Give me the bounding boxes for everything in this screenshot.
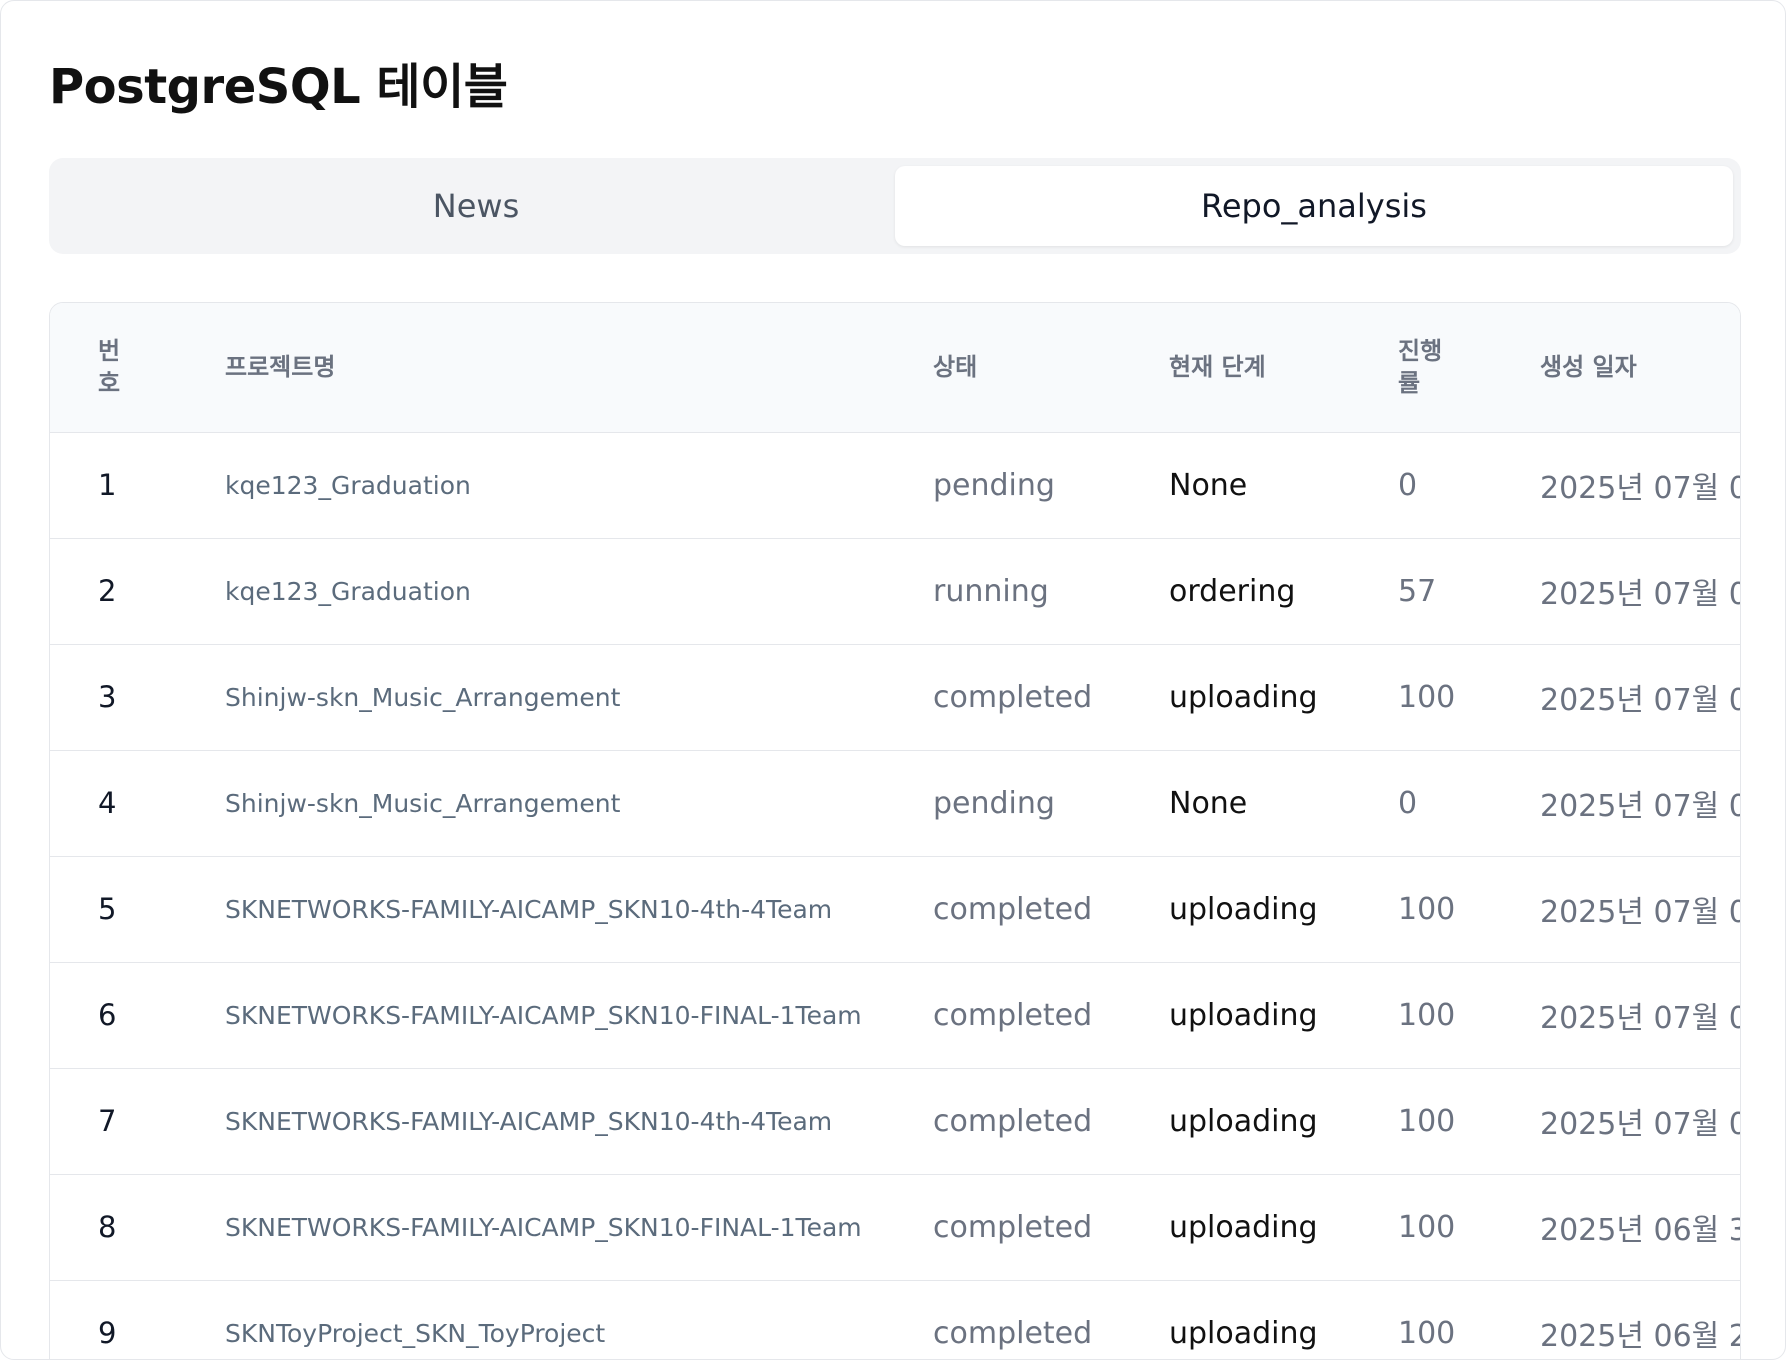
cell-progress: 100 [1398, 1068, 1540, 1175]
cell-status: pending [933, 432, 1169, 539]
cell-project: Shinjw-skn_Music_Arrangement [225, 644, 933, 751]
cell-status: completed [933, 962, 1169, 1069]
cell-created: 2025년 06월 30 [1540, 1174, 1740, 1281]
cell-stage: None [1169, 750, 1398, 857]
column-header-project[interactable]: 프로젝트명 [225, 303, 933, 433]
cell-stage: uploading [1169, 962, 1398, 1069]
cell-status: pending [933, 750, 1169, 857]
table-row[interactable]: 1 kqe123_Graduation pending None 0 2025년… [50, 432, 1740, 539]
table-row[interactable]: 3 Shinjw-skn_Music_Arrangement completed… [50, 644, 1740, 751]
cell-project: kqe123_Graduation [225, 432, 933, 539]
column-header-status[interactable]: 상태 [933, 303, 1169, 433]
cell-number: 3 [50, 644, 225, 751]
table-row[interactable]: 9 SKNToyProject_SKN_ToyProject completed… [50, 1280, 1740, 1359]
cell-progress: 57 [1398, 538, 1540, 645]
cell-number: 9 [50, 1280, 225, 1359]
column-header-number[interactable]: 번호 [50, 303, 225, 433]
data-table-container[interactable]: 번호 프로젝트명 상태 현재 단계 진행률 생성 일자 1 kqe123_Gra… [49, 302, 1741, 1359]
table-card: PostgreSQL 테이블 News Repo_analysis 번호 프로젝… [0, 0, 1786, 1360]
cell-project: SKNETWORKS-FAMILY-AICAMP_SKN10-4th-4Team [225, 856, 933, 963]
cell-stage: uploading [1169, 1280, 1398, 1359]
cell-stage: uploading [1169, 1174, 1398, 1281]
cell-progress: 0 [1398, 750, 1540, 857]
cell-stage: uploading [1169, 644, 1398, 751]
table-row[interactable]: 8 SKNETWORKS-FAMILY-AICAMP_SKN10-FINAL-1… [50, 1174, 1740, 1281]
table-row[interactable]: 7 SKNETWORKS-FAMILY-AICAMP_SKN10-4th-4Te… [50, 1068, 1740, 1175]
cell-number: 4 [50, 750, 225, 857]
tab-bar: News Repo_analysis [49, 158, 1741, 254]
cell-progress: 100 [1398, 1174, 1540, 1281]
cell-stage: uploading [1169, 856, 1398, 963]
cell-project: kqe123_Graduation [225, 538, 933, 645]
cell-number: 5 [50, 856, 225, 963]
table-body: 1 kqe123_Graduation pending None 0 2025년… [50, 432, 1740, 1359]
cell-status: completed [933, 644, 1169, 751]
cell-number: 1 [50, 432, 225, 539]
cell-progress: 100 [1398, 1280, 1540, 1359]
cell-status: running [933, 538, 1169, 645]
table-row[interactable]: 2 kqe123_Graduation running ordering 57 … [50, 538, 1740, 645]
column-header-stage[interactable]: 현재 단계 [1169, 303, 1398, 433]
cell-progress: 0 [1398, 432, 1540, 539]
cell-project: SKNETWORKS-FAMILY-AICAMP_SKN10-FINAL-1Te… [225, 962, 933, 1069]
cell-created: 2025년 07월 03 [1540, 856, 1740, 963]
cell-created: 2025년 07월 03 [1540, 432, 1740, 539]
cell-created: 2025년 07월 03 [1540, 750, 1740, 857]
cell-status: completed [933, 856, 1169, 963]
data-table: 번호 프로젝트명 상태 현재 단계 진행률 생성 일자 1 kqe123_Gra… [50, 303, 1740, 1359]
table-header-row: 번호 프로젝트명 상태 현재 단계 진행률 생성 일자 [50, 303, 1740, 433]
cell-status: completed [933, 1280, 1169, 1359]
column-header-progress[interactable]: 진행률 [1398, 303, 1540, 433]
cell-created: 2025년 07월 03 [1540, 962, 1740, 1069]
cell-created: 2025년 07월 03 [1540, 644, 1740, 751]
table-row[interactable]: 4 Shinjw-skn_Music_Arrangement pending N… [50, 750, 1740, 857]
cell-progress: 100 [1398, 856, 1540, 963]
cell-created: 2025년 06월 29 [1540, 1280, 1740, 1359]
cell-number: 8 [50, 1174, 225, 1281]
cell-stage: ordering [1169, 538, 1398, 645]
cell-project: SKNETWORKS-FAMILY-AICAMP_SKN10-FINAL-1Te… [225, 1174, 933, 1281]
cell-created: 2025년 07월 03 [1540, 538, 1740, 645]
cell-status: completed [933, 1068, 1169, 1175]
column-header-created[interactable]: 생성 일자 [1540, 303, 1740, 433]
cell-number: 7 [50, 1068, 225, 1175]
tab-news[interactable]: News [57, 166, 895, 246]
cell-stage: uploading [1169, 1068, 1398, 1175]
cell-number: 2 [50, 538, 225, 645]
cell-stage: None [1169, 432, 1398, 539]
page-title: PostgreSQL 테이블 [49, 59, 508, 115]
cell-project: Shinjw-skn_Music_Arrangement [225, 750, 933, 857]
cell-project: SKNETWORKS-FAMILY-AICAMP_SKN10-4th-4Team [225, 1068, 933, 1175]
table-row[interactable]: 6 SKNETWORKS-FAMILY-AICAMP_SKN10-FINAL-1… [50, 962, 1740, 1069]
cell-created: 2025년 07월 03 [1540, 1068, 1740, 1175]
cell-number: 6 [50, 962, 225, 1069]
tab-repo-analysis[interactable]: Repo_analysis [895, 166, 1733, 246]
cell-progress: 100 [1398, 644, 1540, 751]
cell-progress: 100 [1398, 962, 1540, 1069]
table-header: 번호 프로젝트명 상태 현재 단계 진행률 생성 일자 [50, 303, 1740, 433]
table-row[interactable]: 5 SKNETWORKS-FAMILY-AICAMP_SKN10-4th-4Te… [50, 856, 1740, 963]
cell-project: SKNToyProject_SKN_ToyProject [225, 1280, 933, 1359]
cell-status: completed [933, 1174, 1169, 1281]
